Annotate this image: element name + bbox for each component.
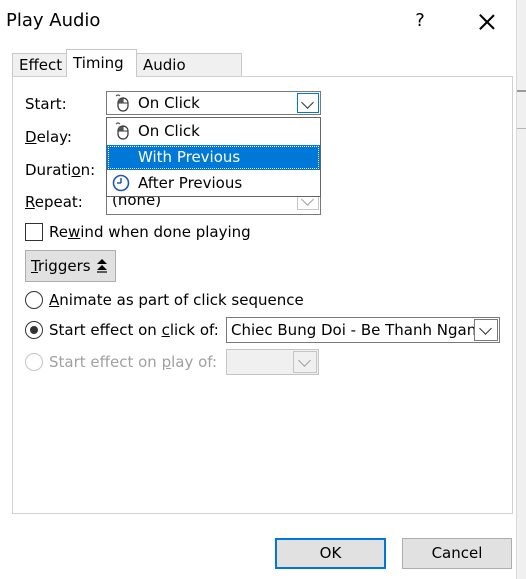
start-on-play-radio <box>25 353 43 371</box>
play-trigger-combo <box>226 349 319 375</box>
animate-sequence-radio[interactable] <box>25 291 43 309</box>
dropdown-option-after-previous[interactable]: After Previous <box>107 171 320 196</box>
start-dropdown-button[interactable] <box>297 93 319 113</box>
rewind-checkbox[interactable] <box>25 223 43 241</box>
click-trigger-value: Chiec Bung Doi - Be Thanh Ngan | <box>231 321 475 339</box>
delay-label: Delay: <box>25 128 72 146</box>
help-button[interactable]: ? <box>410 8 430 34</box>
start-label: Start: <box>25 95 67 113</box>
start-combo[interactable]: On Click <box>106 91 321 115</box>
cancel-button[interactable]: Cancel <box>402 538 512 569</box>
chevron-down-icon <box>301 96 314 109</box>
dropdown-option-on-click[interactable]: On Click <box>107 119 320 144</box>
option-label: After Previous <box>138 174 243 192</box>
close-icon[interactable] <box>472 8 502 36</box>
mouse-icon <box>115 122 129 140</box>
start-dropdown-list: On Click With Previous After Previous <box>106 117 321 197</box>
ok-button[interactable]: OK <box>275 538 386 569</box>
chevron-down-icon <box>298 354 311 367</box>
tab-effect[interactable]: Effect <box>12 53 67 76</box>
start-value: On Click <box>138 94 200 112</box>
duration-label: Duration: <box>25 161 96 179</box>
option-label: With Previous <box>138 148 241 166</box>
click-trigger-combo[interactable]: Chiec Bung Doi - Be Thanh Ngan | <box>226 317 500 343</box>
dropdown-option-with-previous[interactable]: With Previous <box>107 145 320 170</box>
repeat-label: Repeat: <box>25 193 83 211</box>
start-on-click-radio[interactable] <box>25 321 43 339</box>
collapse-up-icon <box>97 259 107 273</box>
start-on-click-label: Start effect on click of: <box>49 321 219 339</box>
triggers-label: Triggers <box>31 257 91 275</box>
tab-audio-settings[interactable]: Audio Settings <box>136 53 242 96</box>
play-trigger-dropdown-button <box>293 351 317 373</box>
rewind-label: Rewind when done playing <box>49 223 251 241</box>
start-on-play-label: Start effect on play of: <box>49 353 218 371</box>
dialog-title: Play Audio <box>6 10 101 31</box>
triggers-button[interactable]: Triggers <box>25 250 116 282</box>
clock-icon <box>112 174 130 192</box>
animate-sequence-label: Animate as part of click sequence <box>49 291 304 309</box>
chevron-down-icon <box>479 322 492 335</box>
click-trigger-dropdown-button[interactable] <box>474 319 498 341</box>
tab-timing[interactable]: Timing <box>66 49 137 77</box>
mouse-icon <box>115 94 129 112</box>
play-audio-dialog: Play Audio ? Effect Timing Audio Setting… <box>0 0 517 579</box>
background-window-edge <box>517 0 526 579</box>
option-label: On Click <box>138 122 200 140</box>
